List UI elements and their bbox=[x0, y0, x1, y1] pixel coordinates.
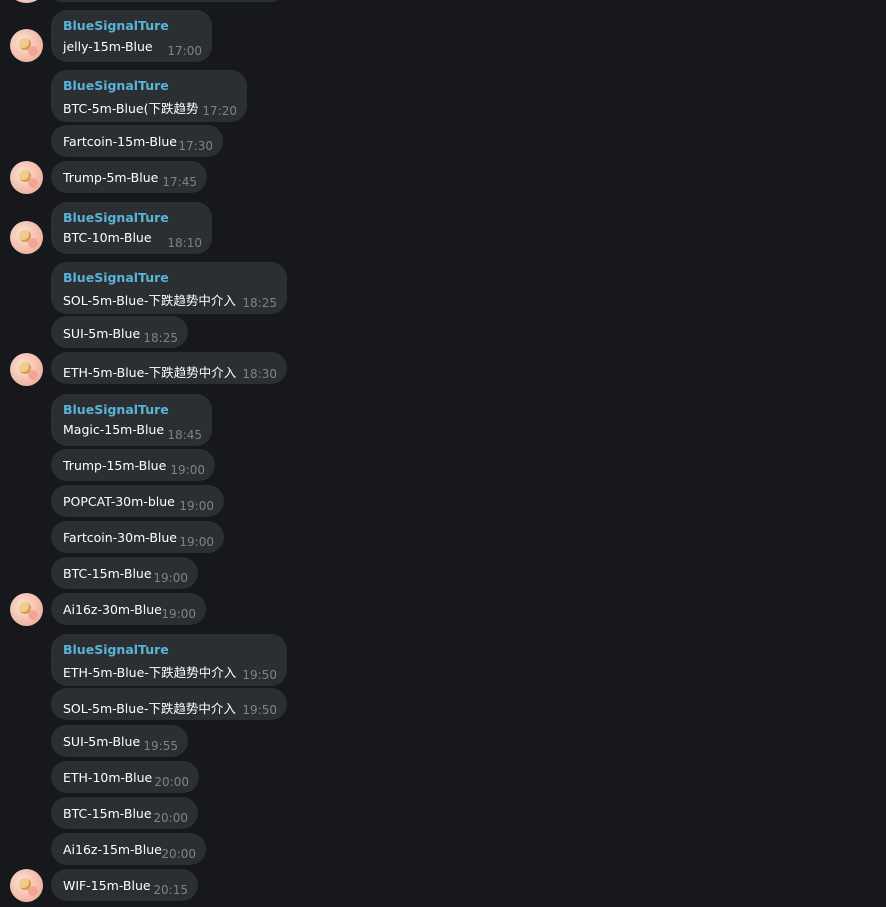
message-text: ETH-5m-Blue-下跌趋势中介入 bbox=[63, 365, 237, 380]
message-time: 19:00 bbox=[179, 499, 214, 513]
sender-name[interactable]: BlueSignalTure bbox=[63, 270, 169, 285]
avatar-image-detail bbox=[28, 610, 38, 620]
avatar[interactable] bbox=[10, 869, 43, 902]
message-time: 18:25 bbox=[143, 331, 178, 345]
avatar-image-detail bbox=[28, 238, 38, 248]
sender-name[interactable]: BlueSignalTure bbox=[63, 642, 169, 657]
avatar-image-detail bbox=[28, 886, 38, 896]
message-text: Fartcoin-30m-Blue bbox=[63, 530, 177, 545]
message-time: 17:00 bbox=[167, 44, 202, 58]
message-bubble[interactable]: Trump-5m-Blue 17:45 bbox=[51, 161, 207, 193]
message-time: 18:25 bbox=[242, 296, 277, 310]
message-bubble[interactable]: ETH-10m-Blue 20:00 bbox=[51, 761, 199, 793]
message-time: 20:00 bbox=[154, 775, 189, 789]
message-text: jelly-15m-Blue bbox=[63, 39, 153, 54]
message-text: BTC-15m-Blue bbox=[63, 806, 152, 821]
message-text: BTC-15m-Blue bbox=[63, 566, 152, 581]
message-bubble[interactable]: ETH-5m-Blue-下跌趋势中介入 18:30 bbox=[51, 352, 287, 384]
message-bubble[interactable]: BTC-15m-Blue 20:00 bbox=[51, 797, 198, 829]
message-text: ETH-10m-Blue bbox=[63, 770, 153, 785]
message-time: 20:00 bbox=[153, 811, 188, 825]
message-text: POPCAT-30m-blue bbox=[63, 494, 175, 509]
message-bubble[interactable]: Fartcoin-15m-Blue 17:30 bbox=[51, 125, 223, 157]
message-time: 19:00 bbox=[170, 463, 205, 477]
message-time: 19:00 bbox=[153, 571, 188, 585]
message-text: ETH-5m-Blue-下跌趋势中介入 bbox=[63, 665, 237, 680]
message-text: Trump-5m-Blue bbox=[63, 170, 159, 185]
avatar[interactable] bbox=[10, 593, 43, 626]
sender-name[interactable]: BlueSignalTure bbox=[63, 402, 169, 417]
message-time: 19:50 bbox=[242, 703, 277, 717]
message-text: Ai16z-30m-Blue bbox=[63, 602, 162, 617]
message-bubble[interactable]: SUI-5m-Blue 19:55 bbox=[51, 725, 188, 757]
message-time: 19:50 bbox=[242, 668, 277, 682]
message-bubble[interactable]: POPCAT-30m-blue 19:00 bbox=[51, 485, 224, 517]
message-time: 19:00 bbox=[161, 607, 196, 621]
avatar-image-detail bbox=[28, 370, 38, 380]
message-time: 18:30 bbox=[242, 367, 277, 381]
message-bubble[interactable]: BlueSignalTure ETH-5m-Blue-下跌趋势中介入 19:50 bbox=[51, 634, 287, 686]
message-bubble[interactable]: BlueSignalTure SOL-5m-Blue-下跌趋势中介入 18:25 bbox=[51, 262, 287, 314]
message-bubble[interactable]: BlueSignalTure BTC-10m-Blue 18:10 bbox=[51, 202, 212, 254]
message-bubble[interactable]: SUI-5m-Blue 18:25 bbox=[51, 316, 188, 348]
message-text: Trump-15m-Blue bbox=[63, 458, 167, 473]
sender-name[interactable]: BlueSignalTure bbox=[63, 18, 169, 33]
avatar[interactable] bbox=[10, 353, 43, 386]
message-text: BTC-10m-Blue bbox=[63, 230, 152, 245]
message-time: 19:55 bbox=[143, 739, 178, 753]
avatar-image-detail bbox=[28, 178, 38, 188]
message-bubble[interactable]: Ai16z-30m-Blue 19:00 bbox=[51, 593, 206, 625]
message-time: 17:20 bbox=[202, 104, 237, 118]
message-text: SUI-5m-Blue bbox=[63, 734, 141, 749]
message-time: 19:00 bbox=[179, 535, 214, 549]
avatar[interactable] bbox=[10, 221, 43, 254]
avatar[interactable] bbox=[10, 0, 43, 3]
message-bubble[interactable]: Ai16z-15m-Blue 20:00 bbox=[51, 833, 206, 865]
message-bubble[interactable] bbox=[51, 0, 282, 2]
message-text: SOL-5m-Blue-下跌趋势中介入 bbox=[63, 701, 236, 716]
message-time: 20:00 bbox=[161, 847, 196, 861]
avatar[interactable] bbox=[10, 29, 43, 62]
message-bubble[interactable]: Trump-15m-Blue 19:00 bbox=[51, 449, 215, 481]
message-bubble[interactable]: BlueSignalTure jelly-15m-Blue 17:00 bbox=[51, 10, 212, 62]
message-time: 20:15 bbox=[153, 883, 188, 897]
message-time: 18:10 bbox=[167, 236, 202, 250]
message-text: Fartcoin-15m-Blue bbox=[63, 134, 177, 149]
message-bubble[interactable]: BlueSignalTure BTC-5m-Blue(下跌趋势 17:20 bbox=[51, 70, 247, 122]
message-text: Ai16z-15m-Blue bbox=[63, 842, 162, 857]
message-text: Magic-15m-Blue bbox=[63, 422, 165, 437]
message-bubble[interactable]: Fartcoin-30m-Blue 19:00 bbox=[51, 521, 224, 553]
message-bubble[interactable]: BlueSignalTure Magic-15m-Blue 18:45 bbox=[51, 394, 212, 446]
chat-message-list[interactable]: BlueSignalTure jelly-15m-Blue 17:00 Blue… bbox=[0, 0, 886, 907]
sender-name[interactable]: BlueSignalTure bbox=[63, 78, 169, 93]
avatar-image-detail bbox=[28, 46, 38, 56]
sender-name[interactable]: BlueSignalTure bbox=[63, 210, 169, 225]
message-bubble[interactable]: BTC-15m-Blue 19:00 bbox=[51, 557, 198, 589]
message-text: WIF-15m-Blue bbox=[63, 878, 151, 893]
message-bubble[interactable]: WIF-15m-Blue 20:15 bbox=[51, 869, 198, 901]
message-text: SUI-5m-Blue bbox=[63, 326, 141, 341]
avatar[interactable] bbox=[10, 161, 43, 194]
message-text: SOL-5m-Blue-下跌趋势中介入 bbox=[63, 293, 236, 308]
message-time: 17:30 bbox=[178, 139, 213, 153]
message-time: 18:45 bbox=[167, 428, 202, 442]
message-text: BTC-5m-Blue(下跌趋势 bbox=[63, 101, 199, 116]
message-time: 17:45 bbox=[162, 175, 197, 189]
message-bubble[interactable]: SOL-5m-Blue-下跌趋势中介入 19:50 bbox=[51, 688, 287, 720]
